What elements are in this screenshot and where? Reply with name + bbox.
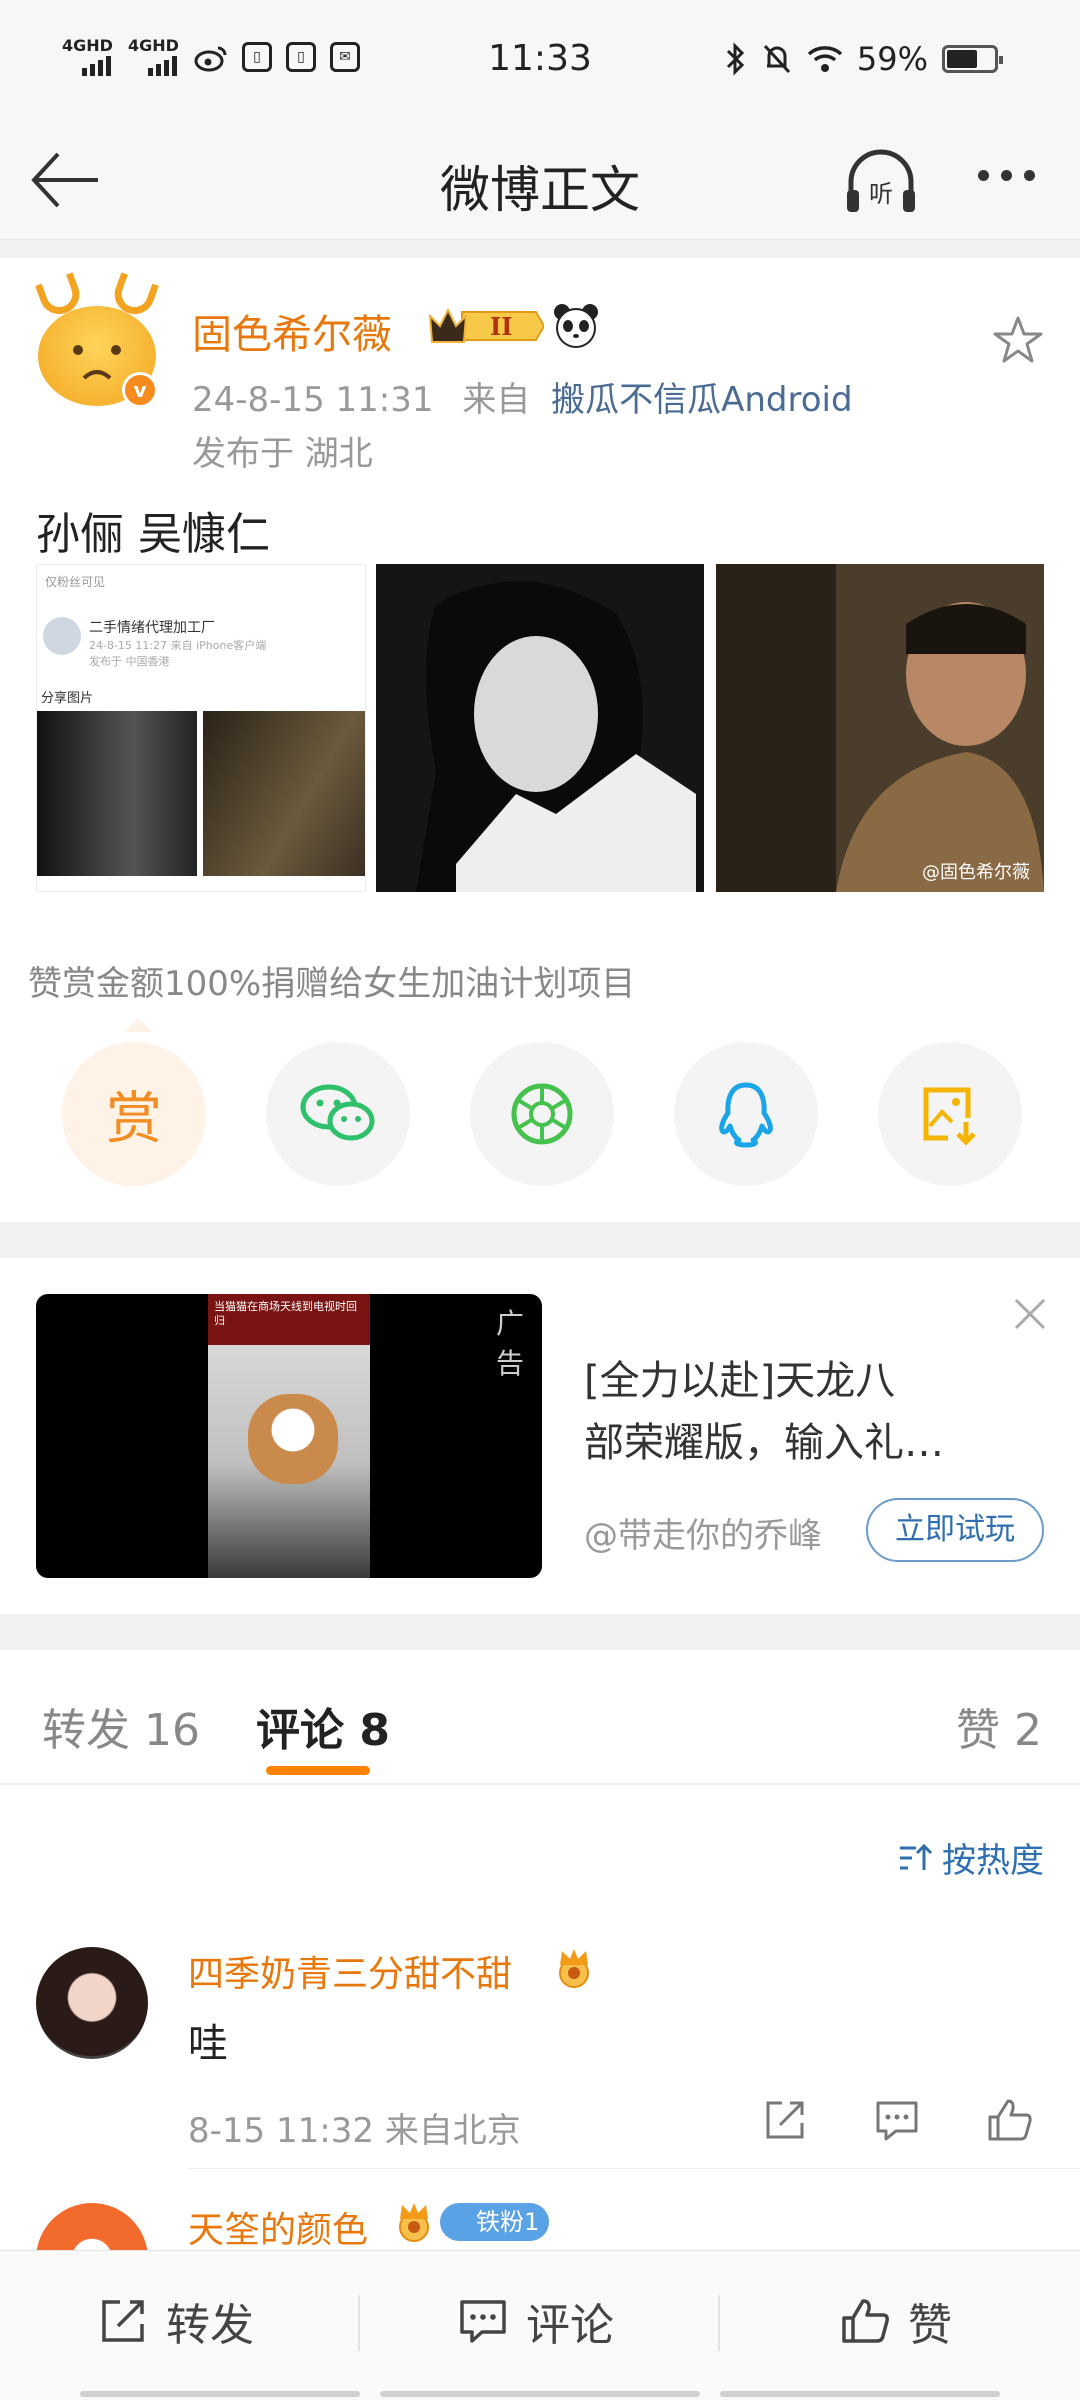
post-location: 发布于 湖北 xyxy=(192,434,373,474)
like-button[interactable]: 赞 xyxy=(840,2289,952,2353)
repost-button[interactable]: 转发 xyxy=(98,2289,254,2353)
comment-divider xyxy=(188,2168,1080,2169)
wechat-icon xyxy=(300,1084,375,1141)
sort-label: 按热度 xyxy=(942,1841,1044,1881)
save-image-button[interactable] xyxy=(878,1042,1022,1186)
active-tab-indicator xyxy=(266,1766,370,1775)
mute-icon xyxy=(763,44,790,74)
ad-frame-text: 当猫猫在商场天线到电视时回归 xyxy=(214,1300,357,1327)
share-row: 赏 xyxy=(62,1042,1022,1188)
sort-button[interactable]: 按热度 xyxy=(898,1833,1044,1882)
nav-bar: 微博正文 听 xyxy=(0,120,1080,240)
comment-button[interactable]: 评论 xyxy=(458,2289,614,2353)
ad-video[interactable]: 当猫猫在商场天线到电视时回归 广告 xyxy=(36,1294,542,1578)
verified-icon: v xyxy=(122,372,158,408)
ad-author[interactable]: @带走你的乔峰 xyxy=(584,1508,822,1557)
post-time: 24-8-15 11:31 xyxy=(192,380,434,420)
listen-icon[interactable]: 听 xyxy=(843,146,919,222)
ad-title-line-2: 部荣耀版，输入礼… xyxy=(584,1420,944,1466)
moments-icon xyxy=(511,1083,573,1145)
comment-meta: 8-15 11:32 来自北京 xyxy=(188,2111,521,2151)
screenshot-share-label: 分享图片 xyxy=(41,691,94,706)
qq-icon xyxy=(719,1082,773,1148)
screenshot-meta-2: 发布于 中国香港 xyxy=(89,655,170,668)
interaction-tabs: 转发 16 评论 8 赞 2 xyxy=(0,1650,1080,1784)
tab-comment[interactable]: 评论 8 xyxy=(256,1694,390,1758)
fan-level-badge: 铁粉1 xyxy=(440,2203,550,2241)
comment-author[interactable]: 四季奶青三分甜不甜 xyxy=(188,1945,512,1997)
post-text: 孙俪 吴慷仁 xyxy=(36,509,270,560)
favorite-star-icon[interactable] xyxy=(990,312,1046,368)
comment-avatar[interactable] xyxy=(36,1947,148,2059)
screenshot-avatar xyxy=(43,617,81,655)
ad-card[interactable]: 当猫猫在商场天线到电视时回归 广告 [全力以赴]天龙八 部荣耀版，输入礼… @带… xyxy=(0,1258,1080,1614)
gesture-bar xyxy=(720,2391,1000,2397)
ad-title-line-1: [全力以赴]天龙八 xyxy=(584,1358,896,1404)
comment-author[interactable]: 天筌的颜色 xyxy=(188,2201,368,2250)
ad-cat-image xyxy=(248,1394,338,1484)
tip-arrow xyxy=(124,1018,152,1032)
share-icon[interactable] xyxy=(760,2095,810,2145)
screenshot-meta: 24-8-15 11:27 来自 iPhone客户端 xyxy=(89,639,267,652)
from-prefix: 来自 xyxy=(462,380,531,420)
vip-crown-icon xyxy=(399,2203,429,2242)
comment-text: 哇 xyxy=(188,2021,228,2067)
like-icon xyxy=(842,2299,889,2343)
post-image-2[interactable] xyxy=(376,564,704,892)
post-image-1[interactable]: 仅粉丝可见 二手情绪代理加工厂 24-8-15 11:27 来自 iPhone客… xyxy=(36,564,366,892)
sort-icon xyxy=(900,1843,933,1870)
reward-icon: 赏 xyxy=(106,1086,162,1152)
donate-text: 赞赏金额100%捐赠给女生加油计划项目 xyxy=(28,964,636,1004)
post-source[interactable]: 搬瓜不信瓜Android xyxy=(551,380,852,420)
svg-text:II: II xyxy=(490,312,512,341)
close-icon[interactable] xyxy=(1010,1294,1050,1334)
image-watermark: @固色希尔薇 xyxy=(922,862,1030,883)
status-bar: 4GHD 4GHD ▯ ▯ ✉ 11:33 59% xyxy=(0,0,1080,120)
post-meta: 24-8-15 11:31 来自 搬瓜不信瓜Android xyxy=(192,372,853,421)
comment-icon xyxy=(460,2300,506,2343)
share-moments-button[interactable] xyxy=(470,1042,614,1186)
tab-repost[interactable]: 转发 16 xyxy=(42,1694,200,1758)
comment-avatar[interactable] xyxy=(36,2203,148,2250)
gesture-bar xyxy=(380,2391,700,2397)
bottom-action-bar: 转发 评论 赞 xyxy=(0,2250,1080,2400)
status-right: 59% xyxy=(725,40,1003,78)
like-label: 赞 xyxy=(908,2300,952,2351)
divider xyxy=(718,2295,720,2351)
svg-text:听: 听 xyxy=(869,180,893,208)
tab-like[interactable]: 赞 2 xyxy=(956,1694,1042,1758)
comment-list: 按热度 四季奶青三分甜不甜 哇 8-15 11:32 来自北京 天筌的颜色 铁粉… xyxy=(0,1785,1080,2250)
share-qq-button[interactable] xyxy=(674,1042,818,1186)
screenshot-photo-2 xyxy=(203,711,365,876)
repost-icon xyxy=(102,2300,144,2342)
post-image-3[interactable]: @固色希尔薇 xyxy=(716,564,1044,892)
battery-icon xyxy=(942,45,1003,73)
more-icon[interactable] xyxy=(978,170,1035,181)
battery-percent: 59% xyxy=(856,40,928,78)
share-wechat-button[interactable] xyxy=(266,1042,410,1186)
panda-icon xyxy=(554,304,598,348)
post-card: v 固色希尔薇 II 24-8-15 11:31 来自 搬瓜不信瓜Android… xyxy=(0,258,1080,1222)
try-now-button[interactable]: 立即试玩 xyxy=(866,1498,1044,1562)
divider xyxy=(358,2295,360,2351)
author-avatar[interactable]: v xyxy=(34,272,160,408)
reply-icon[interactable] xyxy=(872,2095,922,2145)
reward-button[interactable]: 赏 xyxy=(62,1042,206,1186)
comment-label: 评论 xyxy=(526,2300,614,2351)
save-image-icon xyxy=(923,1087,976,1146)
repost-label: 转发 xyxy=(166,2300,254,2351)
image-note: 仅粉丝可见 xyxy=(45,575,106,589)
bluetooth-icon xyxy=(726,42,744,76)
ad-title[interactable]: [全力以赴]天龙八 部荣耀版，输入礼… xyxy=(584,1350,1014,1474)
like-icon[interactable] xyxy=(984,2095,1034,2145)
gesture-bar xyxy=(80,2391,360,2397)
wifi-icon xyxy=(807,46,843,72)
vip-crown-icon xyxy=(559,1949,589,1988)
author-name[interactable]: 固色希尔薇 xyxy=(192,302,392,360)
screenshot-author: 二手情绪代理加工厂 xyxy=(89,620,215,636)
ad-video-frame: 当猫猫在商场天线到电视时回归 xyxy=(208,1294,370,1578)
screenshot-photo-1 xyxy=(37,711,197,876)
ad-tag: 广告 xyxy=(496,1307,525,1380)
vip-crown-icon[interactable]: II xyxy=(428,304,544,348)
